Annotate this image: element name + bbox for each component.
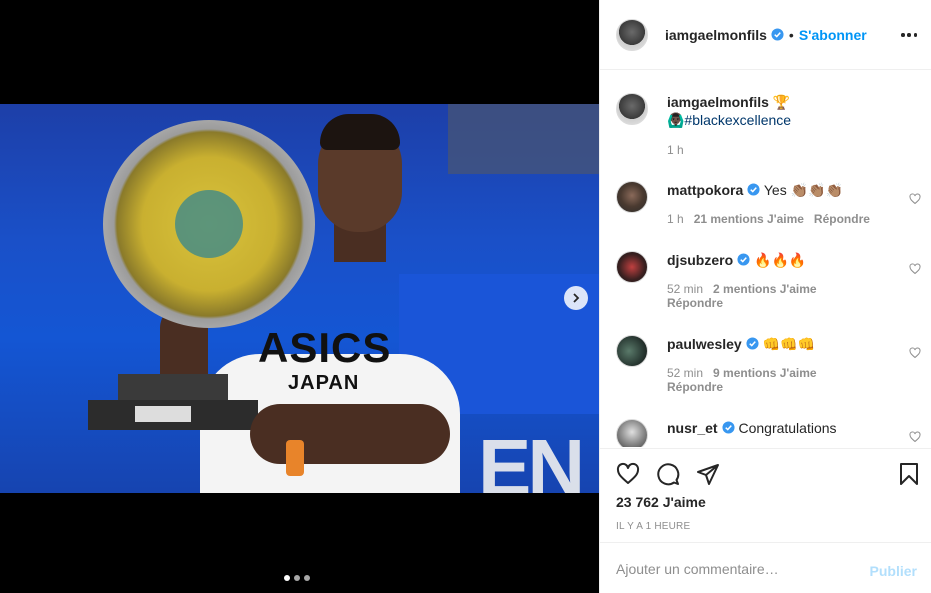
post-timestamp[interactable]: IL Y A 1 HEURE: [616, 521, 690, 532]
photo-trophy-stand: [118, 374, 228, 402]
photo-banner-letters: EN: [478, 423, 585, 493]
post-actions: 23 762 J'aime IL Y A 1 HEURE: [600, 448, 931, 542]
author-avatar[interactable]: [616, 18, 648, 51]
comment-time[interactable]: 52 min: [667, 282, 703, 296]
carousel-next-button[interactable]: [564, 286, 588, 310]
photo-player-arm-right: [250, 404, 450, 464]
caption-time[interactable]: 1 h: [667, 143, 684, 157]
comment-icon[interactable]: [656, 462, 680, 486]
comment-like-heart-icon[interactable]: [909, 347, 921, 359]
carousel-dot: [304, 575, 310, 581]
post-header: iamgaelmonfils • S'abonner: [600, 0, 931, 70]
likes-count[interactable]: 23 762 J'aime: [616, 494, 706, 510]
caption: iamgaelmonfils 🏆 🙆🏿‍♂️#blackexcellence 1…: [616, 93, 916, 157]
comment-text: Congratulations: [738, 420, 837, 436]
comment-meta: 52 min 9 mentions J'aime Répondre: [667, 366, 916, 394]
verified-badge-icon: [771, 27, 784, 41]
comment-meta: 1 h 21 mentions J'aime Répondre: [667, 212, 916, 226]
share-icon[interactable]: [696, 462, 720, 486]
photo-player-hair: [320, 114, 400, 150]
comment-username[interactable]: paulwesley: [667, 336, 759, 352]
comment-username[interactable]: mattpokora: [667, 182, 760, 198]
comment-likes[interactable]: 2 mentions J'aime: [713, 282, 817, 296]
comment-meta: 52 min 2 mentions J'aime Répondre: [667, 282, 916, 310]
post-photo[interactable]: EN ASICS JAPAN: [0, 104, 599, 493]
comment-time[interactable]: 52 min: [667, 366, 703, 380]
author-username[interactable]: iamgaelmonfils: [665, 27, 784, 43]
caption-username[interactable]: iamgaelmonfils: [667, 94, 769, 110]
photo-shirt-sub: JAPAN: [288, 372, 360, 394]
add-comment-form: Publier: [600, 542, 931, 593]
comment-text: 🔥🔥🔥: [754, 252, 807, 268]
more-horizontal-icon[interactable]: [901, 27, 917, 43]
carousel-indicator: [284, 575, 310, 581]
comment-row: nusr_et Congratulations: [616, 419, 921, 447]
caption-emoji: 🏆: [772, 94, 791, 110]
heart-icon[interactable]: [616, 462, 640, 486]
caption-hashtag[interactable]: 🙆🏿‍♂️#blackexcellence: [667, 112, 791, 128]
follow-button[interactable]: S'abonner: [799, 27, 867, 43]
comment-input[interactable]: [616, 559, 856, 579]
comment-likes[interactable]: 21 mentions J'aime: [694, 212, 804, 226]
post-side-panel: iamgaelmonfils • S'abonner iamgaelmonfil…: [599, 0, 931, 593]
verified-badge-icon: [747, 183, 760, 196]
comment-row: mattpokora Yes 👏🏽👏🏽👏🏽 1 h 21 mentions J'a…: [616, 181, 921, 226]
comment-username[interactable]: nusr_et: [667, 420, 735, 436]
header-separator: •: [788, 26, 794, 43]
carousel-dot-active: [284, 575, 290, 581]
comment-avatar[interactable]: [616, 251, 648, 283]
photo-player-watch: [286, 440, 304, 476]
comment-avatar[interactable]: [616, 335, 648, 367]
comment-like-heart-icon[interactable]: [909, 193, 921, 205]
comment-time[interactable]: 1 h: [667, 212, 684, 226]
post-media: EN ASICS JAPAN: [0, 0, 599, 593]
comment-like-heart-icon[interactable]: [909, 431, 921, 443]
photo-shirt-brand: ASICS: [258, 324, 392, 371]
comment-reply-button[interactable]: Répondre: [667, 380, 916, 394]
comment-likes[interactable]: 9 mentions J'aime: [713, 366, 817, 380]
comment-row: djsubzero 🔥🔥🔥 52 min 2 mentions J'aime Ré…: [616, 251, 921, 310]
photo-trophy-center: [175, 190, 243, 258]
comment-avatar[interactable]: [616, 419, 648, 447]
photo-background-spectators: [448, 104, 599, 174]
publish-button[interactable]: Publier: [870, 563, 917, 579]
verified-badge-icon: [737, 253, 750, 266]
photo-trophy-plaque: [135, 406, 191, 422]
comment-reply-button[interactable]: Répondre: [814, 212, 870, 226]
comment-like-heart-icon[interactable]: [909, 263, 921, 275]
comment-text: 👊👊👊: [762, 336, 815, 352]
caption-meta: 1 h: [667, 143, 916, 157]
caption-avatar[interactable]: [616, 93, 648, 125]
bookmark-icon[interactable]: [897, 462, 921, 486]
comments-list[interactable]: iamgaelmonfils 🏆 🙆🏿‍♂️#blackexcellence 1…: [600, 71, 931, 447]
chevron-right-icon: [573, 293, 580, 303]
comment-text: Yes 👏🏽👏🏽👏🏽: [763, 182, 843, 198]
verified-badge-icon: [722, 421, 735, 434]
comment-reply-button[interactable]: Répondre: [667, 296, 916, 310]
comment-row: paulwesley 👊👊👊 52 min 9 mentions J'aime R…: [616, 335, 921, 394]
verified-badge-icon: [746, 337, 759, 350]
comment-avatar[interactable]: [616, 181, 648, 213]
comment-username[interactable]: djsubzero: [667, 252, 750, 268]
carousel-dot: [294, 575, 300, 581]
